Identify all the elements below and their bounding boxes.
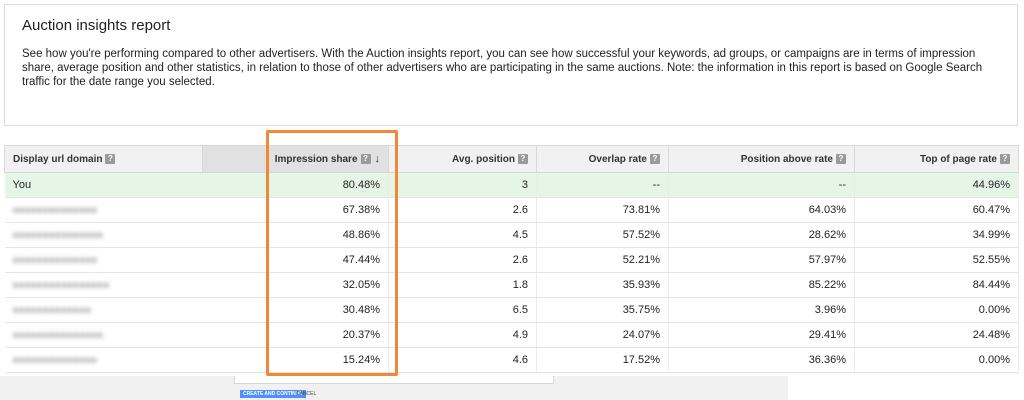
overlap-rate-cell: 35.75%: [536, 297, 669, 323]
domain-cell: ●●●●●●●●●●●●●●: [4, 247, 203, 273]
report-description: See how you're performing compared to ot…: [22, 48, 983, 88]
column-header-avg-position[interactable]: Avg. position?: [388, 145, 537, 173]
column-header-label: Overlap rate: [588, 153, 647, 165]
table-row: ●●●●●●●●●●●●●● 15.24% 4.6 17.52% 36.36% …: [4, 347, 1019, 373]
top-of-page-rate-cell: 0.00%: [854, 347, 1019, 373]
column-header-label: Impression share: [274, 154, 358, 165]
top-of-page-rate-cell: 0.00%: [854, 297, 1019, 323]
table-row: ●●●●●●●●●●●●●●●● 32.05% 1.8 35.93% 85.22…: [4, 272, 1019, 298]
help-icon[interactable]: ?: [360, 154, 371, 165]
top-of-page-rate-cell: 84.44%: [854, 272, 1019, 298]
overlap-rate-cell: --: [536, 172, 669, 198]
avg-position-cell: 2.6: [388, 197, 537, 223]
domain-cell: ●●●●●●●●●●●●●●●●: [4, 272, 203, 298]
position-above-rate-cell: 57.97%: [668, 247, 855, 273]
help-icon[interactable]: ?: [836, 153, 846, 164]
column-header-label: Position above rate: [740, 153, 833, 165]
avg-position-cell: 3: [388, 172, 537, 198]
position-above-rate-cell: 64.03%: [668, 197, 855, 223]
impression-share-cell: 15.24%: [202, 347, 389, 373]
table-row: ●●●●●●●●●●●●● 30.48% 6.5 35.75% 3.96% 0.…: [4, 297, 1019, 323]
domain-cell: ●●●●●●●●●●●●●●●: [4, 222, 203, 248]
column-header-label: Top of page rate: [919, 153, 997, 165]
table-row: ●●●●●●●●●●●●●●● 20.37% 4.9 24.07% 29.41%…: [4, 322, 1019, 348]
avg-position-cell: 1.8: [388, 272, 537, 298]
table-row-you: You 80.48% 3 -- -- 44.96%: [4, 172, 1019, 198]
redacted-domain: ●●●●●●●●●●●●●●●: [12, 330, 104, 341]
top-of-page-rate-cell: 34.99%: [854, 222, 1019, 248]
domain-cell: ●●●●●●●●●●●●●●: [4, 197, 203, 223]
overlap-rate-cell: 52.21%: [536, 247, 669, 273]
auction-insights-table: Display url domain? Impression share? ↓ A…: [4, 145, 1019, 373]
column-header-top-of-page-rate[interactable]: Top of page rate?: [854, 145, 1019, 173]
position-above-rate-cell: 85.22%: [668, 272, 855, 298]
overlap-rate-cell: 17.52%: [536, 347, 669, 373]
overlap-rate-cell: 35.93%: [536, 272, 669, 298]
avg-position-cell: 2.6: [388, 247, 537, 273]
position-above-rate-cell: 28.62%: [668, 222, 855, 248]
overlap-rate-cell: 73.81%: [536, 197, 669, 223]
table-row: ●●●●●●●●●●●●●●● 48.86% 4.5 57.52% 28.62%…: [4, 222, 1019, 248]
avg-position-cell: 4.9: [388, 322, 537, 348]
column-header-position-above-rate[interactable]: Position above rate?: [668, 145, 855, 173]
column-header-impression-share[interactable]: Impression share? ↓: [202, 145, 389, 173]
help-icon[interactable]: ?: [518, 153, 528, 164]
table-header-row: Display url domain? Impression share? ↓ A…: [4, 145, 1019, 173]
redacted-domain: ●●●●●●●●●●●●●: [12, 305, 92, 316]
impression-share-cell: 67.38%: [202, 197, 389, 223]
top-of-page-rate-cell: 24.48%: [854, 322, 1019, 348]
sort-descending-icon[interactable]: ↓: [375, 153, 381, 165]
impression-share-cell: 32.05%: [202, 272, 389, 298]
impression-share-cell: 30.48%: [202, 297, 389, 323]
column-header-label: Avg. position: [452, 153, 515, 165]
top-of-page-rate-cell: 60.47%: [854, 197, 1019, 223]
table-row: ●●●●●●●●●●●●●● 67.38% 2.6 73.81% 64.03% …: [4, 197, 1019, 223]
avg-position-cell: 4.6: [388, 347, 537, 373]
top-of-page-rate-cell: 52.55%: [854, 247, 1019, 273]
table-row: ●●●●●●●●●●●●●● 47.44% 2.6 52.21% 57.97% …: [4, 247, 1019, 273]
bottom-panel-edge: [234, 376, 554, 384]
redacted-domain: ●●●●●●●●●●●●●●●●: [12, 280, 110, 291]
report-title: Auction insights report: [22, 17, 171, 34]
overlap-rate-cell: 24.07%: [536, 322, 669, 348]
redacted-domain: ●●●●●●●●●●●●●●: [12, 355, 98, 366]
position-above-rate-cell: 3.96%: [668, 297, 855, 323]
domain-cell: ●●●●●●●●●●●●●: [4, 297, 203, 323]
column-header-domain[interactable]: Display url domain?: [4, 145, 203, 173]
report-header-panel: Auction insights report See how you're p…: [4, 4, 1018, 126]
impression-share-cell: 20.37%: [202, 322, 389, 348]
redacted-domain: ●●●●●●●●●●●●●●: [12, 255, 98, 266]
position-above-rate-cell: 29.41%: [668, 322, 855, 348]
redacted-domain: ●●●●●●●●●●●●●●●: [12, 230, 104, 241]
cancel-link[interactable]: CANCEL: [296, 390, 316, 398]
position-above-rate-cell: --: [668, 172, 855, 198]
top-of-page-rate-cell: 44.96%: [854, 172, 1019, 198]
impression-share-cell: 48.86%: [202, 222, 389, 248]
redacted-domain: ●●●●●●●●●●●●●●: [12, 205, 98, 216]
avg-position-cell: 4.5: [388, 222, 537, 248]
avg-position-cell: 6.5: [388, 297, 537, 323]
domain-cell: ●●●●●●●●●●●●●●: [4, 347, 203, 373]
impression-share-cell: 80.48%: [202, 172, 389, 198]
help-icon[interactable]: ?: [105, 153, 116, 164]
overlap-rate-cell: 57.52%: [536, 222, 669, 248]
help-icon[interactable]: ?: [650, 153, 660, 164]
help-icon[interactable]: ?: [1000, 153, 1010, 164]
domain-cell: You: [4, 172, 203, 198]
impression-share-cell: 47.44%: [202, 247, 389, 273]
column-header-label: Display url domain: [13, 153, 103, 165]
position-above-rate-cell: 36.36%: [668, 347, 855, 373]
domain-cell: ●●●●●●●●●●●●●●●: [4, 322, 203, 348]
bottom-action-bar: [0, 376, 788, 400]
column-header-overlap-rate[interactable]: Overlap rate?: [536, 145, 669, 173]
